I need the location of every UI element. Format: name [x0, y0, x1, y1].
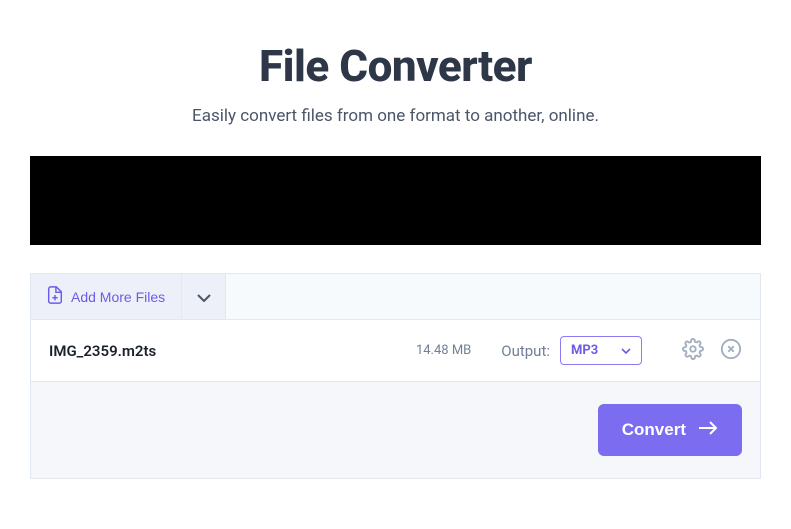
convert-button-label: Convert [622, 420, 686, 440]
output-format-value: MP3 [571, 343, 598, 358]
chevron-down-icon [621, 343, 631, 358]
output-label: Output: [501, 342, 550, 360]
chevron-down-icon [197, 287, 211, 306]
file-size: 14.48 MB [416, 343, 471, 358]
file-row: IMG_2359.m2ts 14.48 MB Output: MP3 [31, 320, 760, 382]
add-more-files-button[interactable]: Add More Files [31, 274, 182, 319]
add-more-dropdown-button[interactable] [182, 274, 226, 319]
footer-row: Convert [31, 382, 760, 478]
output-format-select[interactable]: MP3 [560, 336, 642, 365]
page-subtitle: Easily convert files from one format to … [30, 106, 761, 126]
add-more-files-label: Add More Files [71, 289, 165, 305]
ad-banner [30, 156, 761, 245]
settings-button[interactable] [682, 340, 704, 362]
arrow-right-icon [698, 420, 718, 440]
convert-button[interactable]: Convert [598, 404, 742, 456]
file-name: IMG_2359.m2ts [49, 342, 416, 360]
file-panel: Add More Files IMG_2359.m2ts 14.48 MB Ou… [30, 273, 761, 479]
gear-icon [682, 338, 704, 364]
add-more-row: Add More Files [31, 274, 760, 320]
remove-file-button[interactable] [720, 340, 742, 362]
page-title: File Converter [30, 40, 761, 92]
close-circle-icon [720, 338, 742, 364]
file-plus-icon [47, 286, 63, 307]
